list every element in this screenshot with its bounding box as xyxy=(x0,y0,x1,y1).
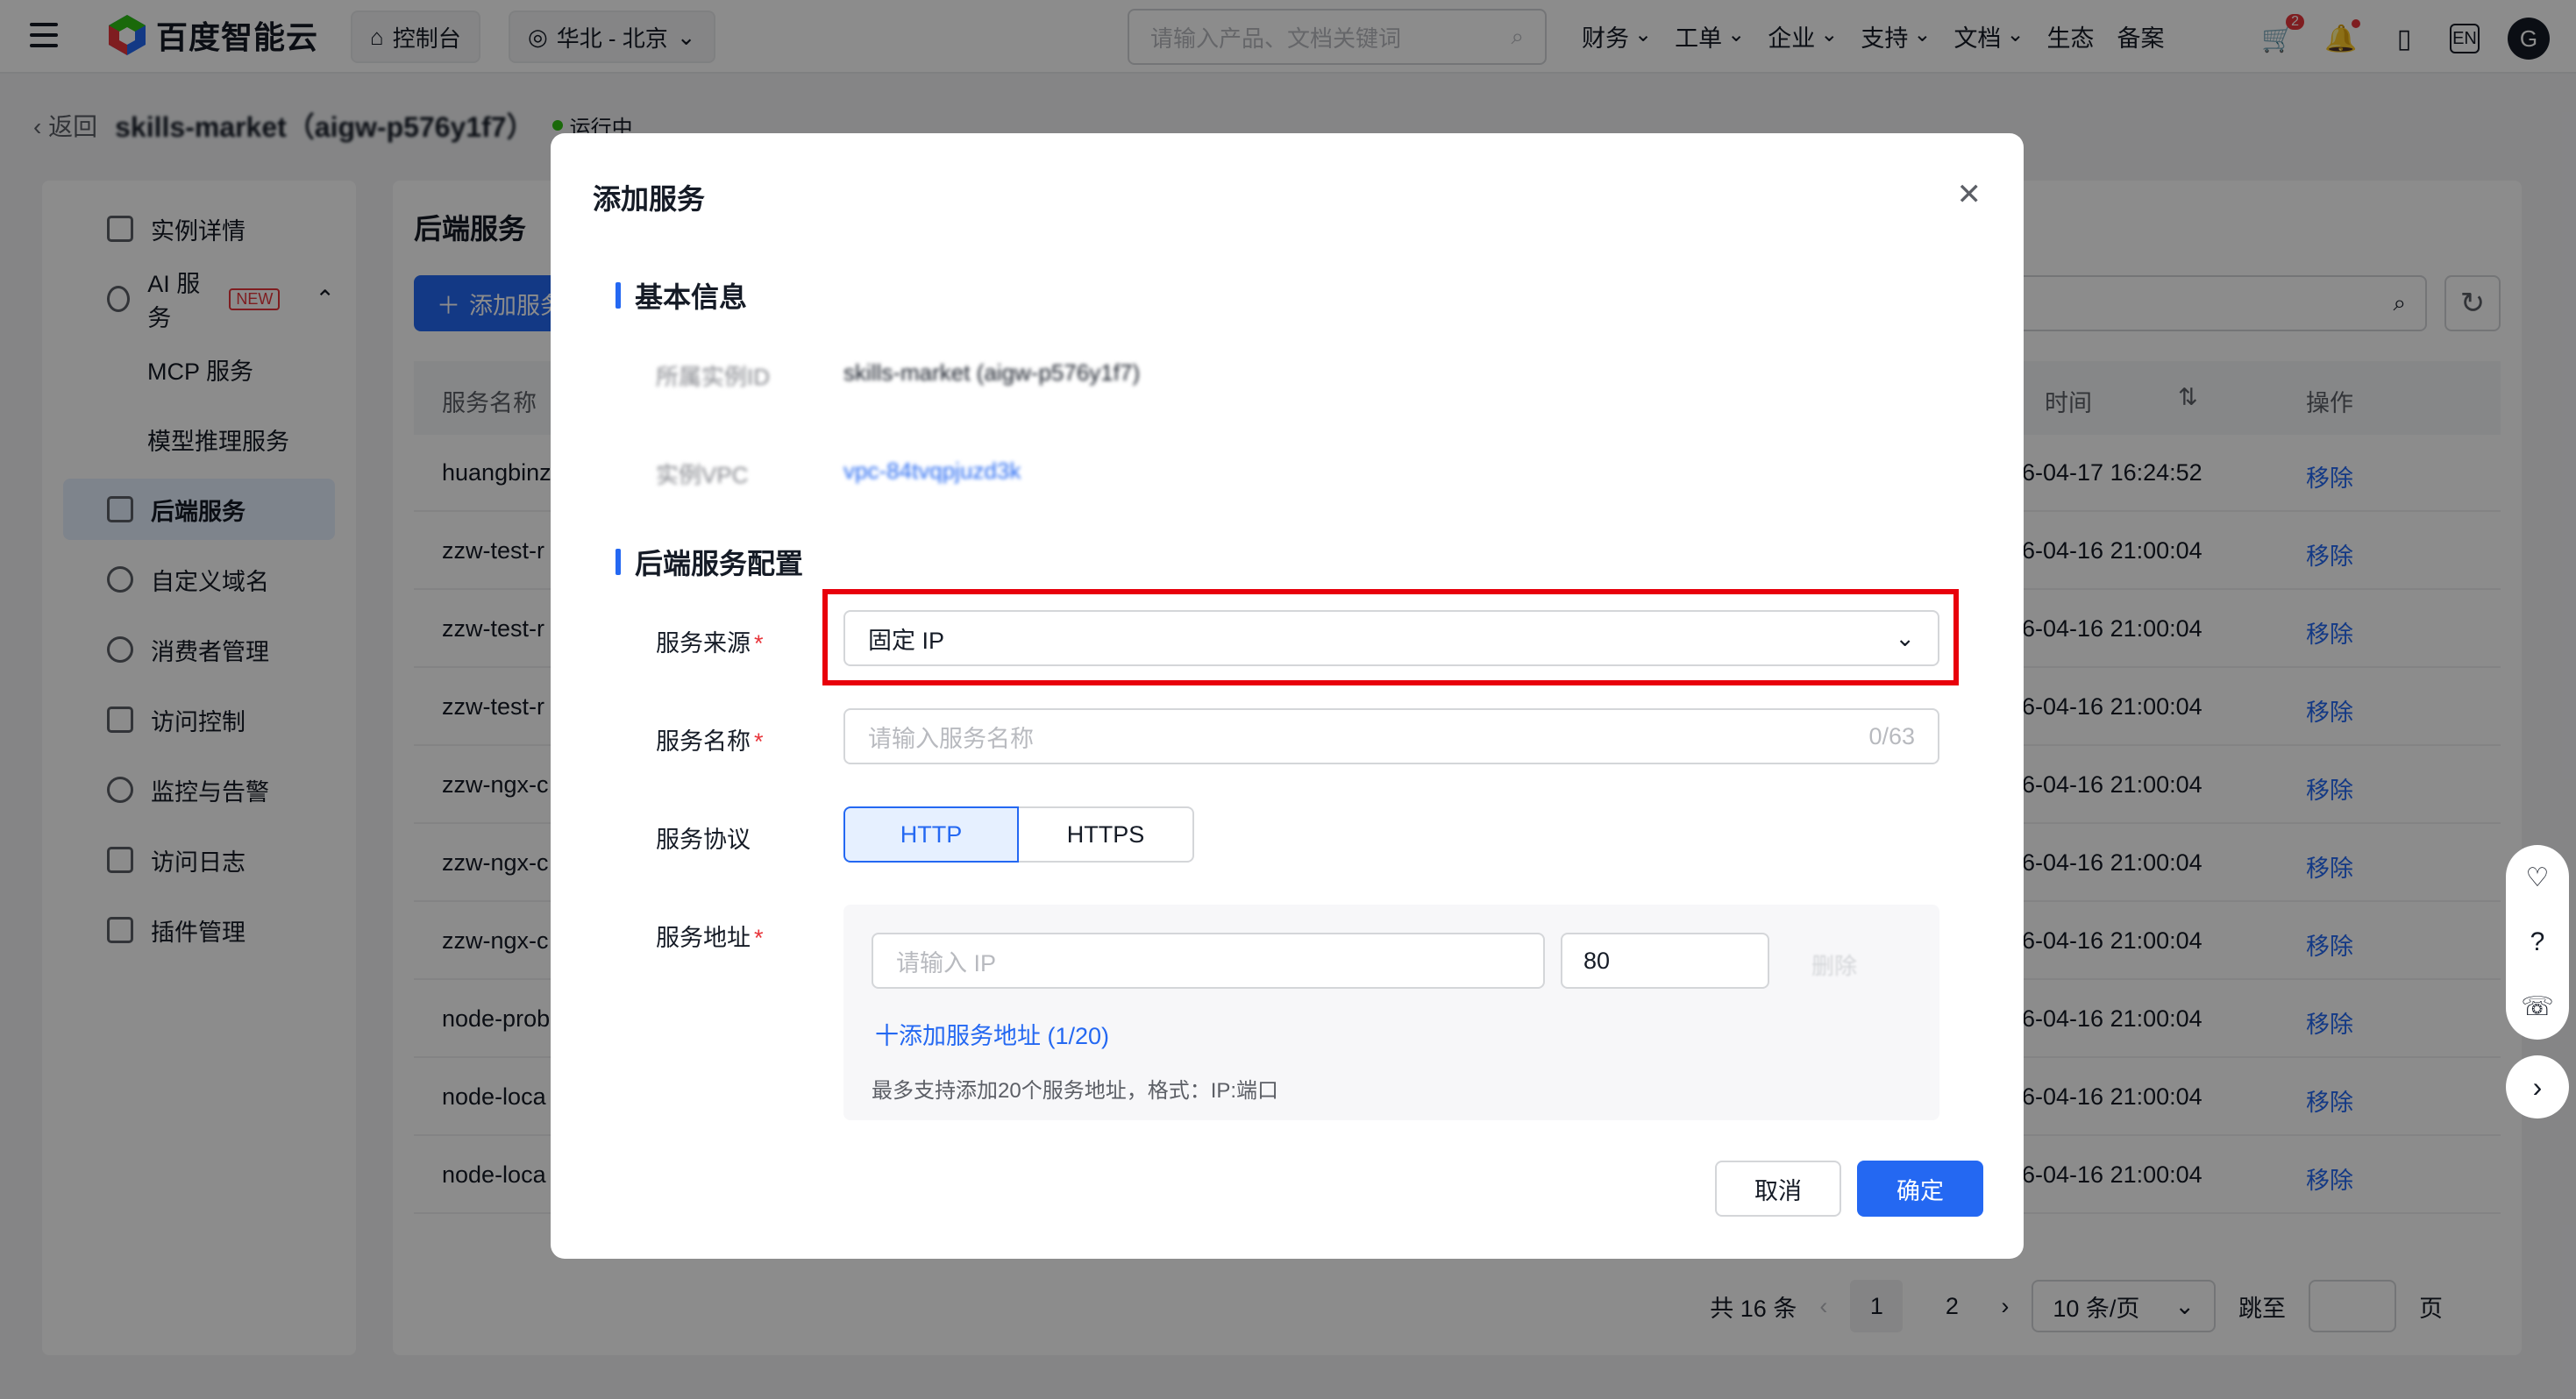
protocol-label: 服务协议 xyxy=(656,827,751,853)
address-label: 服务地址 * xyxy=(656,919,764,953)
dialog-title: 添加服务 xyxy=(593,183,706,215)
plus-icon: 十 xyxy=(875,1023,899,1049)
protocol-http[interactable]: HTTP xyxy=(843,806,1019,863)
port-input[interactable]: 80 xyxy=(1561,933,1769,989)
close-icon[interactable]: ✕ xyxy=(1957,177,1982,212)
add-address-label: 添加服务地址 (1/20) xyxy=(899,1023,1110,1049)
name-label: 服务名称 * xyxy=(656,722,764,756)
service-name-input[interactable]: 请输入服务名称 0/63 xyxy=(843,708,1939,764)
chevron-right-icon: › xyxy=(2532,1070,2543,1103)
instance-id-label: 所属实例ID xyxy=(656,364,771,390)
section-backend-config: 后端服务配置 xyxy=(615,542,804,582)
floating-toolbar: ♡ ? ☏ xyxy=(2506,845,2569,1040)
source-label: 服务来源 * xyxy=(656,624,764,658)
required-mark: * xyxy=(754,925,764,951)
add-address-link[interactable]: 十添加服务地址 (1/20) xyxy=(875,1017,1109,1051)
delete-address-button[interactable]: 删除 xyxy=(1811,948,1857,981)
confirm-button[interactable]: 确定 xyxy=(1857,1161,1983,1217)
expand-button[interactable]: › xyxy=(2506,1055,2569,1118)
address-tip: 最多支持添加20个服务地址，格式：IP:端口 xyxy=(872,1079,1279,1103)
service-name-placeholder: 请输入服务名称 xyxy=(868,725,1034,752)
vpc-link[interactable]: vpc-84tvqpjuzd3k xyxy=(843,458,1021,485)
vpc-label: 实例VPC xyxy=(656,462,749,488)
address-label-text: 服务地址 xyxy=(656,925,751,951)
instance-id-value: skills-market (aigw-p576y1f7) xyxy=(843,359,1141,386)
port-value: 80 xyxy=(1583,947,1611,974)
required-mark: * xyxy=(754,630,764,657)
required-mark: * xyxy=(754,728,764,755)
cancel-button[interactable]: 取消 xyxy=(1715,1161,1841,1217)
section-basic-info: 基本信息 xyxy=(615,275,748,316)
char-counter: 0/63 xyxy=(1868,722,1915,749)
section-basic-title: 基本信息 xyxy=(635,281,748,313)
add-service-dialog: 添加服务 ✕ 基本信息 所属实例ID skills-market (aigw-p… xyxy=(551,133,2024,1259)
source-label-text: 服务来源 xyxy=(656,630,751,657)
protocol-https[interactable]: HTTPS xyxy=(1019,806,1194,863)
highlight-box xyxy=(822,589,1959,685)
section-config-title: 后端服务配置 xyxy=(635,548,804,579)
phone-icon[interactable]: ☏ xyxy=(2521,991,2554,1022)
ip-input[interactable]: 请输入 IP xyxy=(872,933,1545,989)
help-icon[interactable]: ? xyxy=(2530,927,2545,957)
name-label-text: 服务名称 xyxy=(656,728,751,755)
ip-placeholder: 请输入 IP xyxy=(896,949,997,976)
protocol-radio-group: HTTP HTTPS xyxy=(843,806,1194,863)
heart-icon[interactable]: ♡ xyxy=(2526,863,2550,893)
address-panel: 请输入 IP 80 删除 十添加服务地址 (1/20) 最多支持添加20个服务地… xyxy=(843,905,1939,1120)
